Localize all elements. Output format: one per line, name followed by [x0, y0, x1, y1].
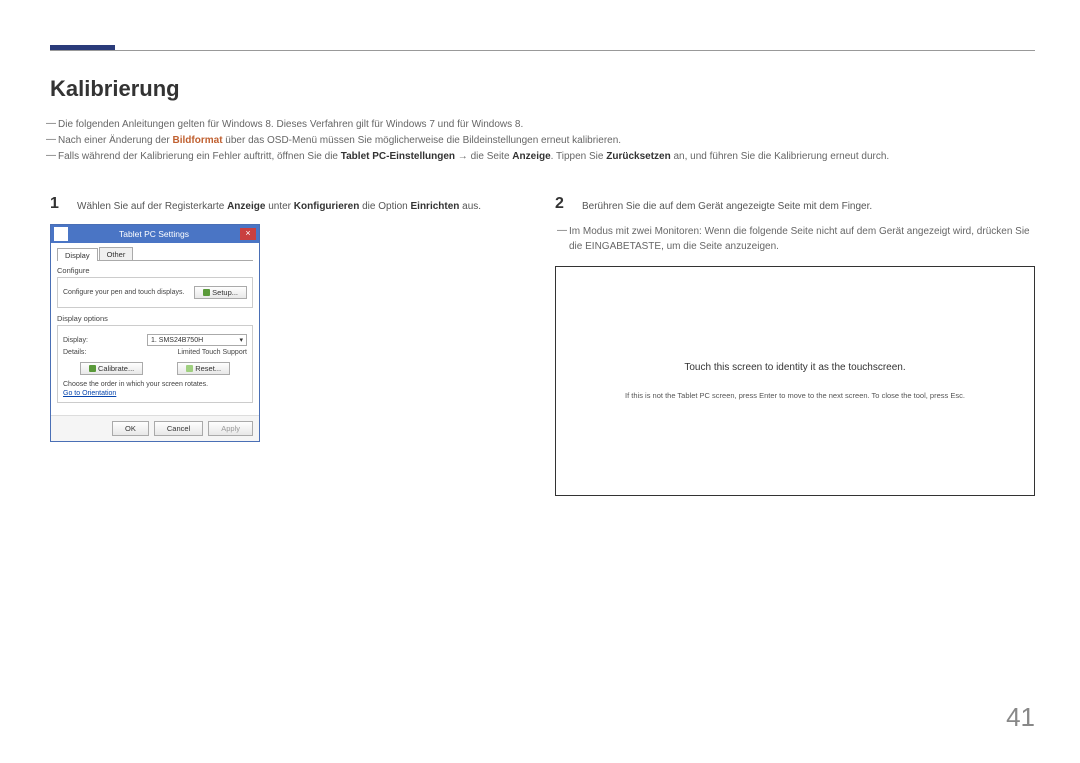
page-number: 41 [1006, 702, 1035, 733]
reset-button[interactable]: Reset... [177, 362, 230, 375]
dialog-tabs: Display Other [57, 247, 253, 261]
ok-button[interactable]: OK [112, 421, 149, 436]
display-select-value: 1. SMS24B750H [151, 337, 203, 344]
intro-2-pre: Nach einer Änderung der [58, 135, 173, 146]
dialog-titlebar: Tablet PC Settings × [51, 225, 259, 243]
s1-pre: Wählen Sie auf der Registerkarte [77, 201, 227, 212]
touch-screen-panel: Touch this screen to identity it as the … [555, 266, 1035, 496]
column-2: 2 Berühren Sie die auf dem Gerät angezei… [555, 195, 1035, 496]
s1-b2: Konfigurieren [294, 201, 360, 212]
setup-button-label: Setup... [212, 288, 238, 297]
tab-other[interactable]: Other [99, 247, 134, 260]
intro-text-1: Die folgenden Anleitungen gelten für Win… [58, 119, 523, 130]
configure-label: Configure [57, 266, 253, 275]
chevron-down-icon: ▾ [239, 336, 243, 344]
close-icon[interactable]: × [240, 228, 256, 240]
intro-3-b3: Zurücksetzen [606, 151, 670, 162]
calibrate-button-label: Calibrate... [98, 364, 134, 373]
cancel-button[interactable]: Cancel [154, 421, 203, 436]
intro-3-post: an, und führen Sie die Kalibrierung erne… [671, 151, 889, 162]
reset-icon [186, 365, 193, 372]
intro-notes: Die folgenden Anleitungen gelten für Win… [50, 117, 1035, 165]
tablet-pc-settings-dialog: Tablet PC Settings × Display Other Confi… [50, 224, 260, 442]
dialog-footer: OK Cancel Apply [51, 415, 259, 441]
s1-post: aus. [459, 201, 481, 212]
intro-3-mid: → die Seite [455, 151, 512, 162]
dialog-title: Tablet PC Settings [68, 229, 240, 239]
configure-text: Configure your pen and touch displays. [63, 289, 184, 296]
touch-sub-text: If this is not the Tablet PC screen, pre… [625, 391, 965, 400]
rotation-text: Choose the order in which your screen ro… [63, 381, 247, 388]
step-2-number: 2 [555, 195, 567, 213]
setup-button[interactable]: Setup... [194, 286, 247, 299]
intro-3-pre: Falls während der Kalibrierung ein Fehle… [58, 151, 341, 162]
column-1: 1 Wählen Sie auf der Registerkarte Anzei… [50, 195, 530, 496]
intro-3-b1: Tablet PC-Einstellungen [341, 151, 455, 162]
display-options-box: Display: 1. SMS24B750H ▾ Details: Limite… [57, 325, 253, 403]
intro-3-mid2: . Tippen Sie [551, 151, 607, 162]
display-label: Display: [63, 337, 88, 344]
s1-mid2: die Option [359, 201, 410, 212]
intro-line-2: Nach einer Änderung der Bildformat über … [50, 133, 1035, 149]
calibrate-button[interactable]: Calibrate... [80, 362, 143, 375]
intro-line-3: Falls während der Kalibrierung ein Fehle… [50, 149, 1035, 165]
intro-2-post: über das OSD-Menü müssen Sie möglicherwe… [223, 135, 622, 146]
dialog-app-icon [54, 227, 68, 241]
step-2-subnote: Im Modus mit zwei Monitoren: Wenn die fo… [555, 224, 1035, 254]
step-1: 1 Wählen Sie auf der Registerkarte Anzei… [50, 195, 530, 214]
s1-b1: Anzeige [227, 201, 265, 212]
header-divider [50, 50, 1035, 51]
details-value: Limited Touch Support [177, 349, 247, 356]
reset-button-label: Reset... [195, 364, 221, 373]
apply-button[interactable]: Apply [208, 421, 253, 436]
details-label: Details: [63, 349, 86, 356]
tab-display[interactable]: Display [57, 248, 98, 261]
dialog-body: Display Other Configure Configure your p… [51, 243, 259, 415]
setup-icon [203, 289, 210, 296]
intro-line-1: Die folgenden Anleitungen gelten für Win… [50, 117, 1035, 133]
page-title: Kalibrierung [50, 76, 1035, 102]
header-accent [50, 45, 115, 50]
display-options-label: Display options [57, 314, 253, 323]
s1-b3: Einrichten [411, 201, 460, 212]
step-2-text: Berühren Sie die auf dem Gerät angezeigt… [582, 195, 872, 214]
step-1-text: Wählen Sie auf der Registerkarte Anzeige… [77, 195, 481, 214]
configure-box: Configure your pen and touch displays. S… [57, 277, 253, 308]
touch-main-text: Touch this screen to identity it as the … [684, 362, 905, 373]
step-1-number: 1 [50, 195, 62, 213]
orientation-link[interactable]: Go to Orientation [63, 390, 116, 397]
intro-3-b2: Anzeige [512, 151, 550, 162]
calibrate-icon [89, 365, 96, 372]
step-2: 2 Berühren Sie die auf dem Gerät angezei… [555, 195, 1035, 214]
s1-mid1: unter [265, 201, 293, 212]
intro-2-bold: Bildformat [173, 135, 223, 146]
display-select[interactable]: 1. SMS24B750H ▾ [147, 334, 247, 346]
